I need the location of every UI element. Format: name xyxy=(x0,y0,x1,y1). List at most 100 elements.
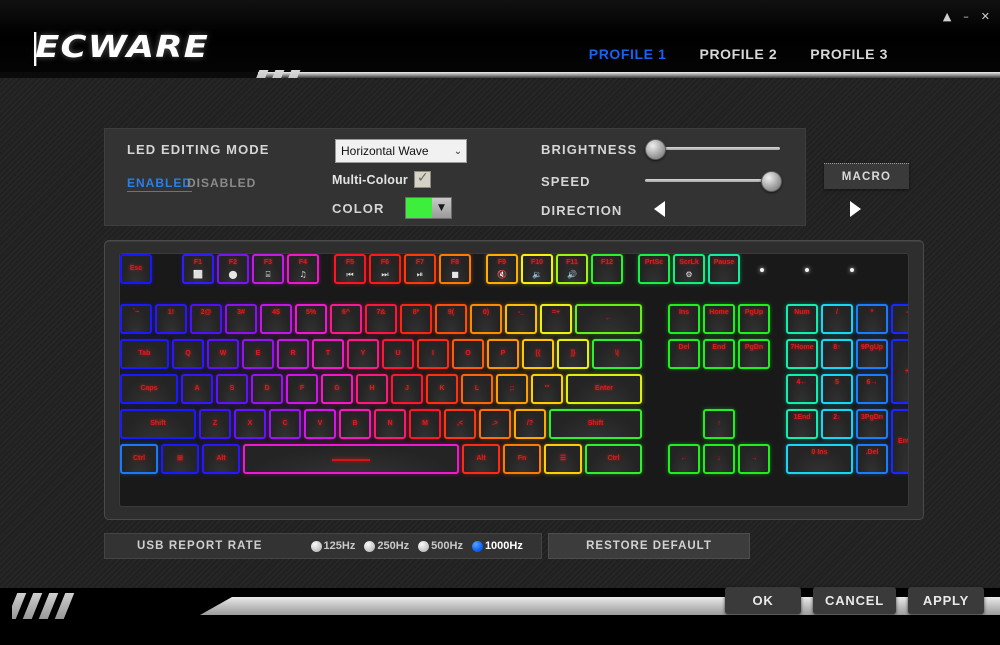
keyboard-key[interactable]: F7 ⏯ xyxy=(404,254,436,284)
keyboard-key[interactable]: PrtSc xyxy=(638,254,670,284)
slider-thumb[interactable] xyxy=(761,171,782,192)
keyboard-key[interactable]: N xyxy=(374,409,406,439)
keyboard-key[interactable]: F11 🔊 xyxy=(556,254,588,284)
usb-rate-125[interactable]: 125Hz xyxy=(310,540,355,552)
usb-rate-250[interactable]: 250Hz xyxy=(364,540,409,552)
keyboard-key[interactable]: F8 ■ xyxy=(439,254,471,284)
keyboard-key[interactable]: 7& xyxy=(365,304,397,334)
keyboard-key[interactable]: + xyxy=(891,339,908,404)
keyboard-key[interactable]: ⊞ xyxy=(161,444,199,474)
keyboard-key[interactable]: Caps xyxy=(120,374,178,404)
keyboard-key[interactable]: B xyxy=(339,409,371,439)
keyboard-key[interactable]: 6→ xyxy=(856,374,888,404)
keyboard-key[interactable]: \| xyxy=(592,339,642,369)
keyboard-key[interactable]: 8* xyxy=(400,304,432,334)
keyboard-key[interactable]: Esc xyxy=(120,254,152,284)
direction-left-arrow-icon[interactable] xyxy=(654,201,665,217)
keyboard-key[interactable]: PgDn xyxy=(738,339,770,369)
keyboard-key[interactable]: Q xyxy=(172,339,204,369)
tab-profile-1[interactable]: PROFILE 1 xyxy=(589,46,667,62)
keyboard-key[interactable]: R xyxy=(277,339,309,369)
keyboard-key[interactable]: ScrLk ⚙ xyxy=(673,254,705,284)
keyboard-key[interactable]: 6^ xyxy=(330,304,362,334)
keyboard-key[interactable]: Enter xyxy=(566,374,642,404)
disabled-toggle[interactable]: DISABLED xyxy=(187,176,256,190)
keyboard-key[interactable]: F4 ♫ xyxy=(287,254,319,284)
multi-colour-checkbox[interactable]: ✓ xyxy=(414,171,431,188)
tab-profile-3[interactable]: PROFILE 3 xyxy=(810,46,888,62)
keyboard-key[interactable]: F12 xyxy=(591,254,623,284)
keyboard-key[interactable]: M xyxy=(409,409,441,439)
keyboard-key[interactable]: ,< xyxy=(444,409,476,439)
brightness-slider[interactable] xyxy=(645,138,780,160)
keyboard-key[interactable]: 2@ xyxy=(190,304,222,334)
keyboard-key[interactable]: ↓ xyxy=(703,444,735,474)
direction-right-arrow-icon[interactable] xyxy=(850,201,861,217)
keyboard-key[interactable]: Enter xyxy=(891,409,908,474)
keyboard-key[interactable]: L xyxy=(461,374,493,404)
keyboard-key[interactable]: .Del xyxy=(856,444,888,474)
keyboard-plate[interactable]: Esc F1 ⬜ F2 ⬤ F3 ⌸ F4 ♫ F5 ⏮ F6 ⏭ F7 ⏯ F8 ■ F9 🔇 F10 🔉 F11 🔊 F1… xyxy=(119,253,909,507)
restore-up-icon[interactable]: ▲ xyxy=(943,11,951,22)
keyboard-key[interactable]: .> xyxy=(479,409,511,439)
keyboard-key[interactable]: X xyxy=(234,409,266,439)
keyboard-key[interactable]: Alt xyxy=(462,444,500,474)
keyboard-key[interactable]: F xyxy=(286,374,318,404)
keyboard-key[interactable]: Home xyxy=(703,304,735,334)
keyboard-key[interactable]: 9( xyxy=(435,304,467,334)
enabled-toggle[interactable]: ENABLED xyxy=(127,176,193,192)
keyboard-key[interactable]: S xyxy=(216,374,248,404)
keyboard-key[interactable]: Ctrl xyxy=(585,444,642,474)
keyboard-key[interactable]: ↑ xyxy=(703,409,735,439)
keyboard-key[interactable]: 1End xyxy=(786,409,818,439)
keyboard-key[interactable]: 2↓ xyxy=(821,409,853,439)
keyboard-key[interactable]: 7Home xyxy=(786,339,818,369)
keyboard-key[interactable]: `~ xyxy=(120,304,152,334)
keyboard-key[interactable]: Fn xyxy=(503,444,541,474)
keyboard-key[interactable]: D xyxy=(251,374,283,404)
keyboard-key[interactable]: E xyxy=(242,339,274,369)
slider-thumb[interactable] xyxy=(645,139,666,160)
keyboard-key[interactable]: T xyxy=(312,339,344,369)
keyboard-key[interactable]: Ctrl xyxy=(120,444,158,474)
keyboard-key[interactable]: F10 🔉 xyxy=(521,254,553,284)
keyboard-key[interactable]: 9PgUp xyxy=(856,339,888,369)
usb-rate-1000[interactable]: 1000Hz xyxy=(471,540,523,552)
keyboard-key[interactable]: A xyxy=(181,374,213,404)
keyboard-key[interactable]: 4$ xyxy=(260,304,292,334)
keyboard-key[interactable]: C xyxy=(269,409,301,439)
keyboard-key[interactable]: ← xyxy=(668,444,700,474)
keyboard-key[interactable]: 0 Ins xyxy=(786,444,853,474)
keyboard-key[interactable]: /? xyxy=(514,409,546,439)
keyboard-key[interactable]: K xyxy=(426,374,458,404)
keyboard-key[interactable]: End xyxy=(703,339,735,369)
keyboard-key[interactable]: 5% xyxy=(295,304,327,334)
apply-button[interactable]: APPLY xyxy=(908,587,984,614)
keyboard-key[interactable]: [{ xyxy=(522,339,554,369)
keyboard-key[interactable]: F9 🔇 xyxy=(486,254,518,284)
keyboard-key[interactable]: H xyxy=(356,374,388,404)
keyboard-key[interactable]: 3# xyxy=(225,304,257,334)
keyboard-key[interactable]: F3 ⌸ xyxy=(252,254,284,284)
keyboard-key[interactable]: Tab xyxy=(120,339,169,369)
keyboard-key[interactable]: - xyxy=(891,304,908,334)
keyboard-key[interactable]: F1 ⬜ xyxy=(182,254,214,284)
keyboard-key[interactable]: / xyxy=(821,304,853,334)
keyboard-key[interactable]: Pause xyxy=(708,254,740,284)
keyboard-key[interactable]: ← xyxy=(575,304,642,334)
keyboard-key[interactable]: -_ xyxy=(505,304,537,334)
keyboard-key[interactable]: 5 xyxy=(821,374,853,404)
keyboard-key[interactable]: F2 ⬤ xyxy=(217,254,249,284)
usb-rate-500[interactable]: 500Hz xyxy=(418,540,463,552)
keyboard-key[interactable]: ;: xyxy=(496,374,528,404)
keyboard-key[interactable]: → xyxy=(738,444,770,474)
keyboard-key[interactable]: P xyxy=(487,339,519,369)
keyboard-key[interactable]: Z xyxy=(199,409,231,439)
cancel-button[interactable]: CANCEL xyxy=(813,587,896,614)
macro-button[interactable]: MACRO xyxy=(824,163,909,189)
led-mode-select[interactable]: Horizontal Wave ⌄ xyxy=(335,139,467,163)
keyboard-key[interactable]: =+ xyxy=(540,304,572,334)
ok-button[interactable]: OK xyxy=(725,587,802,614)
keyboard-key[interactable]: F6 ⏭ xyxy=(369,254,401,284)
keyboard-key[interactable]: Num xyxy=(786,304,818,334)
